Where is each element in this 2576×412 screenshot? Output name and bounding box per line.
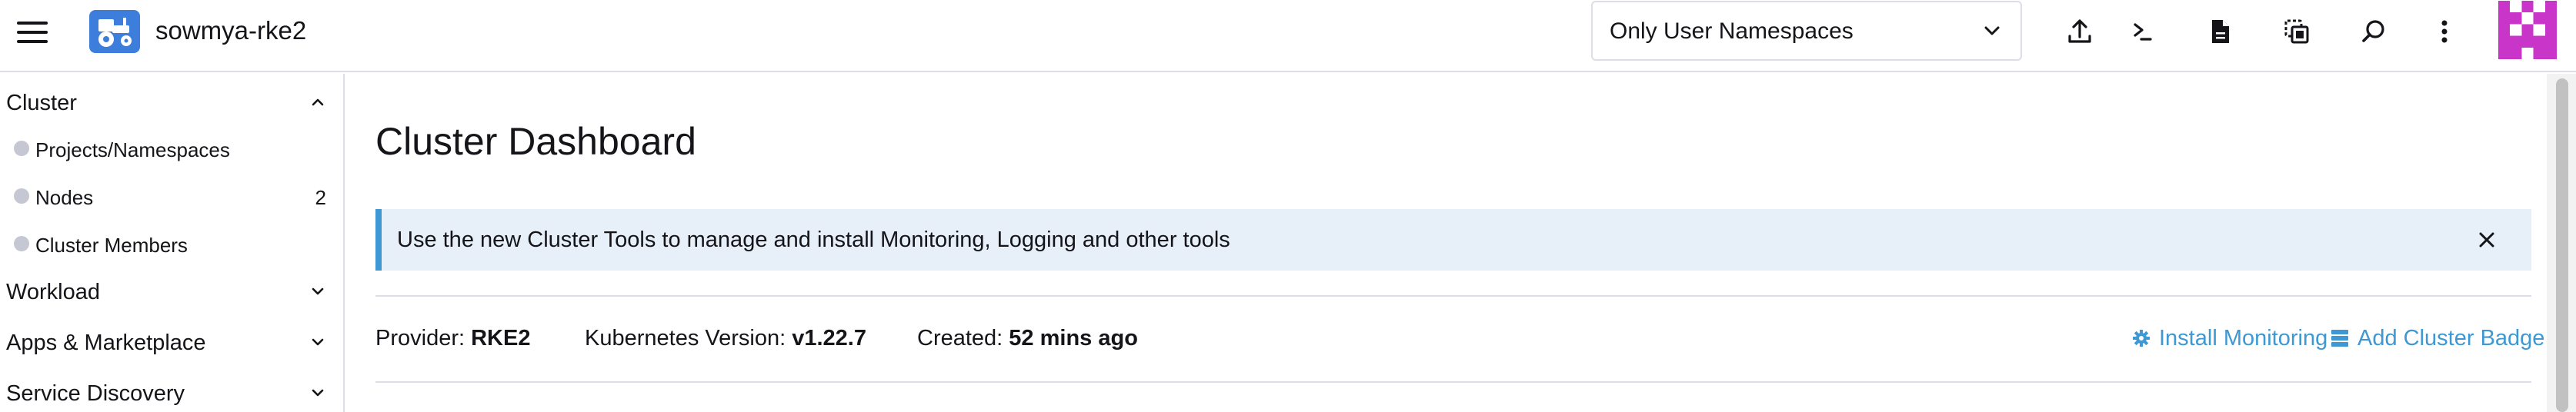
provider-info: Provider: RKE2 bbox=[375, 324, 530, 352]
sidebar-group-label: Apps & Marketplace bbox=[6, 331, 206, 355]
chevron-down-icon bbox=[312, 287, 324, 295]
namespace-filter-select[interactable]: Only User Namespaces bbox=[1591, 1, 2022, 61]
install-monitoring-label: Install Monitoring bbox=[2159, 326, 2328, 351]
created-info: Created: 52 mins ago bbox=[917, 324, 1138, 352]
copy-icon[interactable] bbox=[2279, 14, 2314, 49]
install-monitoring-link[interactable]: Install Monitoring bbox=[2131, 324, 2347, 352]
hamburger-menu-icon[interactable] bbox=[17, 20, 49, 43]
kubernetes-version-info: Kubernetes Version: v1.22.7 bbox=[585, 324, 866, 352]
vertical-scrollbar[interactable] bbox=[2547, 74, 2576, 412]
globe-icon bbox=[14, 236, 29, 251]
sidebar-item-count: 2 bbox=[315, 186, 326, 209]
close-icon[interactable] bbox=[2474, 228, 2499, 252]
tractor-icon[interactable] bbox=[89, 10, 140, 53]
sidebar-item-cluster-members[interactable]: Cluster Members bbox=[12, 224, 335, 263]
sidebar-group-apps-marketplace[interactable]: Apps & Marketplace bbox=[6, 323, 337, 361]
page-title: Cluster Dashboard bbox=[375, 120, 696, 163]
kubernetes-version-label: Kubernetes Version: bbox=[585, 326, 786, 351]
main-content: Cluster Dashboard Use the new Cluster To… bbox=[346, 74, 2547, 412]
created-label: Created: bbox=[917, 326, 1003, 351]
search-icon[interactable] bbox=[2356, 14, 2391, 49]
chevron-down-icon bbox=[1984, 26, 2000, 35]
sidebar-item-projects-namespaces[interactable]: Projects/Namespaces bbox=[12, 129, 335, 168]
cluster-name: sowmya-rke2 bbox=[155, 16, 307, 45]
upload-icon[interactable] bbox=[2062, 14, 2097, 49]
sidebar-group-workload[interactable]: Workload bbox=[6, 272, 337, 311]
add-cluster-badge-link[interactable]: Add Cluster Badge bbox=[2330, 324, 2544, 352]
created-value: 52 mins ago bbox=[1009, 326, 1138, 351]
chevron-up-icon bbox=[312, 98, 324, 106]
server-icon bbox=[2331, 330, 2348, 347]
file-icon[interactable] bbox=[2202, 14, 2237, 49]
gear-icon bbox=[2133, 330, 2150, 347]
globe-icon bbox=[14, 141, 29, 156]
sidebar-group-cluster[interactable]: Cluster bbox=[6, 83, 337, 121]
add-cluster-badge-label: Add Cluster Badge bbox=[2357, 326, 2545, 351]
sidebar: Cluster Projects/Namespaces Nodes 2 Clus… bbox=[0, 74, 345, 412]
kebab-menu-icon[interactable] bbox=[2427, 14, 2462, 49]
kubernetes-version-value: v1.22.7 bbox=[792, 326, 866, 351]
divider bbox=[375, 381, 2531, 383]
banner-text: Use the new Cluster Tools to manage and … bbox=[397, 228, 1230, 252]
sidebar-item-label: Projects/Namespaces bbox=[35, 138, 230, 161]
provider-value: RKE2 bbox=[471, 326, 531, 351]
chevron-down-icon bbox=[312, 389, 324, 397]
sidebar-group-label: Workload bbox=[6, 280, 100, 304]
sidebar-item-label: Nodes bbox=[35, 186, 94, 209]
avatar[interactable] bbox=[2498, 1, 2558, 59]
sidebar-item-label: Cluster Members bbox=[35, 234, 188, 257]
sidebar-item-nodes[interactable]: Nodes 2 bbox=[12, 177, 335, 215]
sidebar-group-label: Service Discovery bbox=[6, 381, 185, 406]
sidebar-group-service-discovery[interactable]: Service Discovery bbox=[6, 374, 337, 412]
globe-icon bbox=[14, 188, 29, 204]
sidebar-group-label: Cluster bbox=[6, 91, 77, 115]
scrollbar-thumb[interactable] bbox=[2556, 78, 2568, 412]
divider bbox=[375, 295, 2531, 297]
terminal-icon[interactable] bbox=[2125, 14, 2161, 49]
top-header: sowmya-rke2 Only User Namespaces bbox=[0, 0, 2576, 72]
provider-label: Provider: bbox=[375, 326, 465, 351]
chevron-down-icon bbox=[312, 338, 324, 346]
namespace-filter-value: Only User Namespaces bbox=[1610, 18, 1854, 44]
cluster-tools-banner: Use the new Cluster Tools to manage and … bbox=[375, 209, 2531, 271]
